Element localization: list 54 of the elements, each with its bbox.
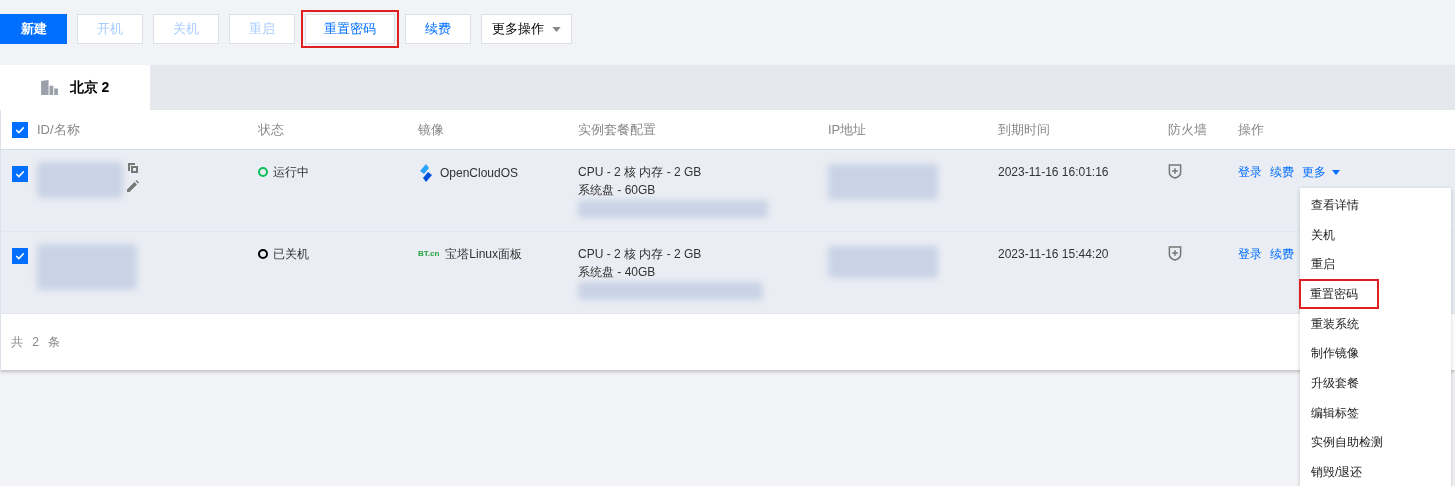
expiry-time: 2023-11-16 16:01:16 [998, 165, 1109, 179]
config-text: 系统盘 - 60GB [578, 182, 657, 198]
check-icon [14, 250, 26, 262]
menu-item[interactable]: 关机 [1300, 219, 1451, 250]
menu-item[interactable]: 重装系统 [1300, 308, 1451, 339]
image-name: 宝塔Linux面板 [445, 246, 523, 262]
menu-item[interactable]: 制作镜像 [1300, 338, 1451, 369]
column-header: 镜像 [418, 121, 444, 137]
column-header: 防火墙 [1168, 121, 1207, 137]
status-label: 已关机 [258, 246, 418, 262]
logo-icon: BT.cn [418, 246, 440, 262]
column-header: ID/名称 [37, 121, 80, 137]
checkbox[interactable] [12, 166, 28, 182]
expiry-time: 2023-11-16 15:44:20 [998, 247, 1109, 261]
menu-item[interactable]: 升级套餐 [1300, 368, 1451, 398]
column-header: 操作 [1238, 121, 1264, 137]
shield-icon[interactable] [1168, 164, 1182, 179]
status-ring-icon [258, 167, 268, 177]
more-link[interactable]: 更多 [1302, 164, 1340, 180]
action-link[interactable]: 登录 [1238, 246, 1262, 262]
column-header: 实例套餐配置 [578, 121, 656, 137]
action-link[interactable]: 登录 [1238, 164, 1262, 180]
column-header: 到期时间 [998, 121, 1050, 137]
toolbar-button[interactable]: 新建 [0, 14, 67, 44]
checkbox[interactable] [12, 248, 28, 264]
building-icon [40, 80, 58, 95]
region-tab[interactable]: 北京 2 [0, 65, 150, 110]
column-header: 状态 [258, 121, 284, 137]
status-label: 运行中 [258, 164, 418, 180]
shield-icon[interactable] [1168, 246, 1182, 261]
copy-icon[interactable] [127, 162, 139, 174]
action-link[interactable]: 续费 [1270, 164, 1294, 180]
pencil-icon[interactable] [127, 180, 139, 192]
image-name: OpenCloudOS [440, 165, 519, 181]
menu-item[interactable]: 编辑标签 [1300, 397, 1451, 428]
menu-item[interactable]: 实例自助检测 [1300, 427, 1451, 458]
more-actions-dropdown[interactable]: 更多操作 [481, 14, 572, 44]
config-text: 系统盘 - 40GB [578, 264, 657, 280]
menu-item[interactable]: 重置密码 [1299, 279, 1379, 309]
status-ring-icon [258, 249, 268, 259]
toolbar-button[interactable]: 续费 [405, 14, 471, 44]
checkbox[interactable] [12, 121, 28, 138]
toolbar-button[interactable]: 重置密码 [305, 14, 395, 44]
action-link[interactable]: 续费 [1270, 246, 1294, 262]
column-header: IP地址 [828, 121, 867, 137]
caret-icon [1332, 169, 1340, 175]
check-icon [14, 168, 26, 180]
config-text: CPU - 2 核 内存 - 2 GB [578, 246, 703, 262]
menu-item[interactable]: 查看详情 [1300, 190, 1451, 220]
config-text: CPU - 2 核 内存 - 2 GB [578, 164, 703, 180]
menu-item[interactable]: 销毁/退还 [1300, 457, 1451, 486]
menu-item[interactable]: 重启 [1300, 249, 1451, 280]
total-count: 共 2 条 [11, 334, 64, 351]
caret-icon [552, 26, 561, 32]
